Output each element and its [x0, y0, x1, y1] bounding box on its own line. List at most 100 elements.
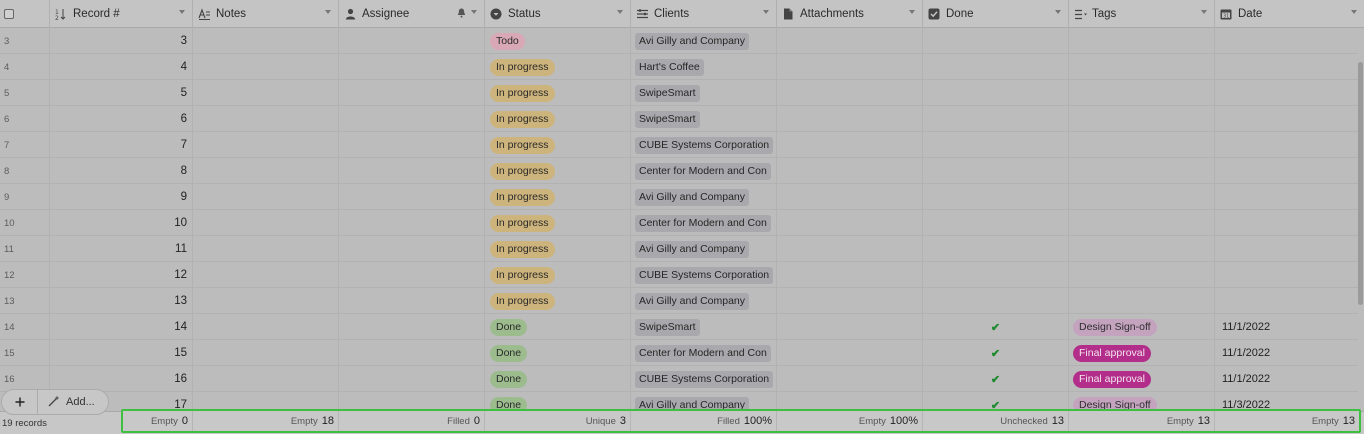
- tags-cell[interactable]: [1069, 28, 1215, 54]
- tags-cell[interactable]: [1069, 288, 1215, 314]
- date-cell[interactable]: [1215, 288, 1358, 314]
- notes-cell[interactable]: [193, 288, 339, 314]
- notes-cell[interactable]: [193, 132, 339, 158]
- status-cell[interactable]: Done: [485, 366, 631, 392]
- record-number-cell[interactable]: 3: [50, 28, 193, 54]
- assignee-cell[interactable]: [339, 132, 485, 158]
- row-number-cell[interactable]: 9: [0, 184, 50, 210]
- summary-tags[interactable]: Empty 13: [1069, 411, 1215, 431]
- done-cell[interactable]: [923, 184, 1069, 210]
- notes-cell[interactable]: [193, 340, 339, 366]
- assignee-cell[interactable]: [339, 80, 485, 106]
- record-number-cell[interactable]: 13: [50, 288, 193, 314]
- status-cell[interactable]: In progress: [485, 54, 631, 80]
- notes-cell[interactable]: [193, 80, 339, 106]
- row-number-cell[interactable]: 8: [0, 158, 50, 184]
- record-number-cell[interactable]: 5: [50, 80, 193, 106]
- notes-cell[interactable]: [193, 236, 339, 262]
- chevron-down-icon[interactable]: [471, 10, 477, 14]
- clients-cell[interactable]: Center for Modern and Con: [631, 158, 777, 184]
- date-cell[interactable]: [1215, 158, 1358, 184]
- summary-done[interactable]: Unchecked 13: [923, 411, 1069, 431]
- clients-cell[interactable]: SwipeSmart: [631, 80, 777, 106]
- row-number-cell[interactable]: 6: [0, 106, 50, 132]
- header-tags[interactable]: Tags: [1069, 0, 1215, 28]
- summary-date[interactable]: Empty 13: [1215, 411, 1359, 431]
- status-cell[interactable]: In progress: [485, 106, 631, 132]
- bell-icon[interactable]: [457, 8, 466, 21]
- tags-cell[interactable]: [1069, 262, 1215, 288]
- tags-cell[interactable]: [1069, 106, 1215, 132]
- summary-status[interactable]: Unique 3: [485, 411, 631, 431]
- attachments-cell[interactable]: [777, 158, 923, 184]
- header-clients[interactable]: Clients: [631, 0, 777, 28]
- clients-cell[interactable]: CUBE Systems Corporation: [631, 262, 777, 288]
- tags-cell[interactable]: [1069, 184, 1215, 210]
- attachments-cell[interactable]: [777, 314, 923, 340]
- assignee-cell[interactable]: [339, 54, 485, 80]
- assignee-cell[interactable]: [339, 288, 485, 314]
- row-number-cell[interactable]: 10: [0, 210, 50, 236]
- chevron-down-icon[interactable]: [617, 10, 623, 14]
- clients-cell[interactable]: Avi Gilly and Company: [631, 184, 777, 210]
- done-cell[interactable]: [923, 288, 1069, 314]
- done-cell[interactable]: ✔: [923, 340, 1069, 366]
- clients-cell[interactable]: SwipeSmart: [631, 106, 777, 132]
- status-cell[interactable]: In progress: [485, 80, 631, 106]
- attachments-cell[interactable]: [777, 184, 923, 210]
- done-cell[interactable]: [923, 158, 1069, 184]
- attachments-cell[interactable]: [777, 340, 923, 366]
- record-number-cell[interactable]: 15: [50, 340, 193, 366]
- notes-cell[interactable]: [193, 54, 339, 80]
- chevron-down-icon[interactable]: [1201, 10, 1207, 14]
- notes-cell[interactable]: [193, 210, 339, 236]
- assignee-cell[interactable]: [339, 184, 485, 210]
- header-date[interactable]: 31 Date: [1215, 0, 1364, 28]
- attachments-cell[interactable]: [777, 288, 923, 314]
- header-attachments[interactable]: Attachments: [777, 0, 923, 28]
- date-cell[interactable]: [1215, 210, 1358, 236]
- assignee-cell[interactable]: [339, 106, 485, 132]
- row-number-cell[interactable]: 11: [0, 236, 50, 262]
- status-cell[interactable]: In progress: [485, 158, 631, 184]
- status-cell[interactable]: In progress: [485, 184, 631, 210]
- date-cell[interactable]: [1215, 262, 1358, 288]
- date-cell[interactable]: [1215, 236, 1358, 262]
- summary-attachments[interactable]: Empty 100%: [777, 411, 923, 431]
- clients-cell[interactable]: Center for Modern and Con: [631, 210, 777, 236]
- attachments-cell[interactable]: [777, 106, 923, 132]
- tags-cell[interactable]: Final approval: [1069, 340, 1215, 366]
- record-number-cell[interactable]: 8: [50, 158, 193, 184]
- notes-cell[interactable]: [193, 366, 339, 392]
- clients-cell[interactable]: CUBE Systems Corporation: [631, 366, 777, 392]
- notes-cell[interactable]: [193, 106, 339, 132]
- clients-cell[interactable]: SwipeSmart: [631, 314, 777, 340]
- assignee-cell[interactable]: [339, 262, 485, 288]
- status-cell[interactable]: Todo: [485, 28, 631, 54]
- clients-cell[interactable]: Avi Gilly and Company: [631, 236, 777, 262]
- tags-cell[interactable]: [1069, 236, 1215, 262]
- assignee-cell[interactable]: [339, 210, 485, 236]
- header-notes[interactable]: Notes: [193, 0, 339, 28]
- clients-cell[interactable]: Hart's Coffee: [631, 54, 777, 80]
- date-cell[interactable]: [1215, 106, 1358, 132]
- status-cell[interactable]: In progress: [485, 262, 631, 288]
- assignee-cell[interactable]: [339, 366, 485, 392]
- record-number-cell[interactable]: 7: [50, 132, 193, 158]
- record-number-cell[interactable]: 4: [50, 54, 193, 80]
- done-cell[interactable]: ✔: [923, 314, 1069, 340]
- chevron-down-icon[interactable]: [1055, 10, 1061, 14]
- notes-cell[interactable]: [193, 314, 339, 340]
- record-number-cell[interactable]: 9: [50, 184, 193, 210]
- clients-cell[interactable]: Avi Gilly and Company: [631, 28, 777, 54]
- attachments-cell[interactable]: [777, 210, 923, 236]
- clients-cell[interactable]: CUBE Systems Corporation: [631, 132, 777, 158]
- attachments-cell[interactable]: [777, 262, 923, 288]
- select-all-checkbox[interactable]: [4, 9, 14, 19]
- date-cell[interactable]: [1215, 54, 1358, 80]
- status-cell[interactable]: In progress: [485, 132, 631, 158]
- assignee-cell[interactable]: [339, 314, 485, 340]
- summary-record-number[interactable]: Empty 0: [123, 411, 193, 431]
- clients-cell[interactable]: Center for Modern and Con: [631, 340, 777, 366]
- date-cell[interactable]: 11/1/2022: [1215, 314, 1358, 340]
